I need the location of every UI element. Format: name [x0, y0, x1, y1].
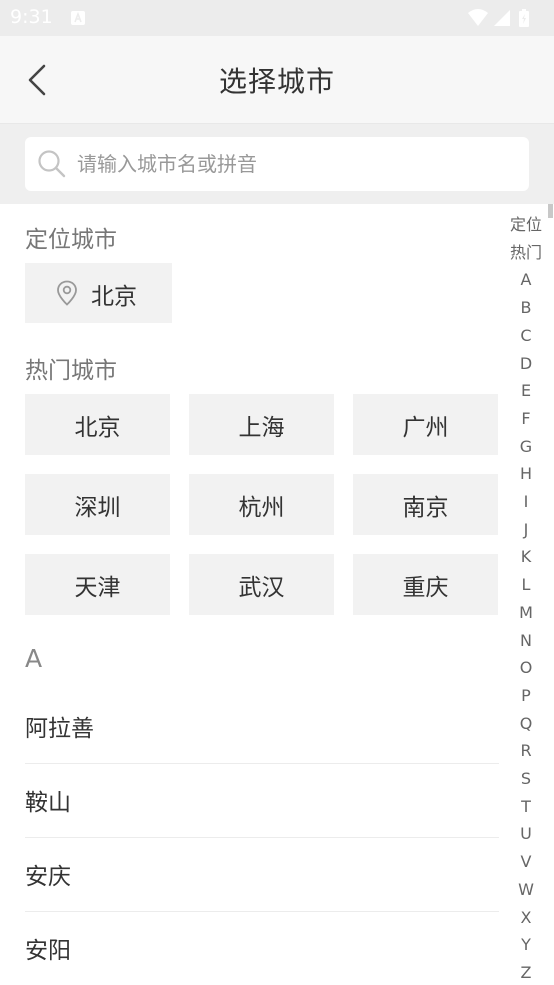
city-name: 安阳	[25, 938, 71, 964]
index-item[interactable]: D	[504, 354, 548, 374]
city-name: 阿拉善	[25, 716, 94, 742]
index-item[interactable]: C	[504, 326, 548, 346]
index-item[interactable]: O	[504, 658, 548, 678]
location-section-label: 定位城市	[25, 227, 117, 253]
notification-icon	[71, 11, 85, 25]
index-item[interactable]: N	[504, 631, 548, 651]
hot-city-chip[interactable]: 广州	[353, 394, 498, 455]
index-item[interactable]: E	[504, 381, 548, 401]
battery-icon	[519, 9, 529, 27]
index-item[interactable]: J	[504, 520, 548, 540]
status-time: 9:31	[10, 6, 53, 28]
index-item[interactable]: F	[504, 409, 548, 429]
index-item[interactable]: R	[504, 741, 548, 761]
city-list-item[interactable]: 安阳	[25, 911, 499, 985]
city-list-item[interactable]: 鞍山	[25, 763, 499, 838]
location-city-name: 北京	[91, 284, 137, 310]
index-item[interactable]: 定位	[504, 215, 548, 235]
hot-city-chip[interactable]: 重庆	[353, 554, 498, 615]
location-pin-icon	[57, 280, 77, 306]
hot-section-label: 热门城市	[25, 358, 117, 384]
hot-city-grid: 北京 上海 广州 深圳 杭州 南京 天津 武汉 重庆	[25, 394, 499, 616]
hot-city-chip[interactable]: 北京	[25, 394, 170, 455]
hot-city-chip[interactable]: 南京	[353, 474, 498, 535]
search-icon	[38, 150, 66, 178]
index-item[interactable]: Q	[504, 714, 548, 734]
index-item[interactable]: X	[504, 908, 548, 928]
index-item[interactable]: P	[504, 686, 548, 706]
location-city-chip[interactable]: 北京	[25, 263, 172, 323]
city-list-item[interactable]: 阿拉善	[25, 689, 499, 764]
hot-city-chip[interactable]: 天津	[25, 554, 170, 615]
index-item[interactable]: M	[504, 603, 548, 623]
search-input[interactable]	[77, 137, 517, 191]
index-item[interactable]: S	[504, 769, 548, 789]
search-box[interactable]	[25, 137, 529, 191]
index-item[interactable]: A	[504, 270, 548, 290]
hot-city-chip[interactable]: 杭州	[189, 474, 334, 535]
hot-city-chip[interactable]: 深圳	[25, 474, 170, 535]
section-letter-header: A	[25, 644, 43, 673]
city-name: 安庆	[25, 864, 71, 890]
hot-city-chip[interactable]: 武汉	[189, 554, 334, 615]
index-item[interactable]: Z	[504, 963, 548, 983]
index-item[interactable]: H	[504, 464, 548, 484]
search-area	[0, 124, 554, 204]
index-item[interactable]: G	[504, 437, 548, 457]
index-item[interactable]: W	[504, 880, 548, 900]
page-title: 选择城市	[218, 65, 335, 98]
index-item[interactable]: U	[504, 824, 548, 844]
header-bar: 选择城市	[0, 36, 554, 124]
wifi-icon	[468, 9, 488, 26]
hot-city-chip[interactable]: 上海	[189, 394, 334, 455]
alphabet-index-bar[interactable]: 定位热门 A B C D E F G H I J K L M N O P Q R S T U V W X Y Z	[504, 210, 548, 984]
status-bar: 9:31	[0, 0, 554, 36]
index-item[interactable]: Y	[504, 935, 548, 955]
scrollbar-thumb[interactable]	[548, 204, 553, 218]
system-status-icons	[468, 9, 529, 27]
city-name: 鞍山	[25, 790, 71, 816]
index-item[interactable]: L	[504, 575, 548, 595]
signal-icon	[494, 10, 510, 26]
index-item[interactable]: V	[504, 852, 548, 872]
index-item[interactable]: T	[504, 797, 548, 817]
index-item[interactable]: 热门	[504, 243, 548, 263]
index-item[interactable]: K	[504, 547, 548, 567]
index-item[interactable]: I	[504, 492, 548, 512]
index-item[interactable]: B	[504, 298, 548, 318]
city-list-item[interactable]: 安庆	[25, 837, 499, 912]
